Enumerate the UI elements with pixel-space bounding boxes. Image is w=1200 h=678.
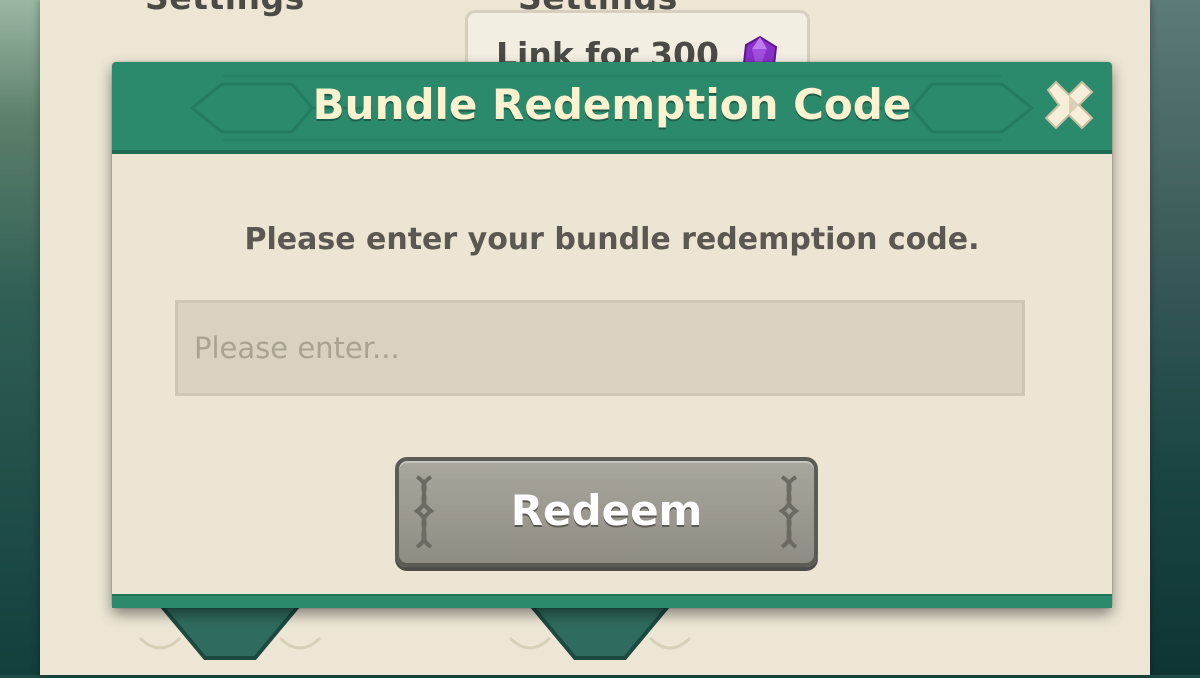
redeem-button[interactable]: Redeem <box>395 457 818 567</box>
redeem-button-label: Redeem <box>510 486 703 535</box>
redemption-code-input[interactable] <box>175 300 1025 396</box>
dialog-footer-band <box>112 594 1112 608</box>
settings-heading-left: Settings <box>145 0 305 17</box>
background-emblem-right <box>508 598 692 660</box>
knot-ornament-icon <box>778 475 800 549</box>
background-scenery-left <box>0 0 45 675</box>
background-scenery-right <box>1148 0 1200 675</box>
background-emblem-left <box>138 598 322 660</box>
bundle-redemption-dialog: Bundle Redemption Code Please enter your… <box>112 62 1112 608</box>
dialog-title: Bundle Redemption Code <box>312 80 912 129</box>
close-x-icon[interactable] <box>1040 76 1098 134</box>
redemption-prompt: Please enter your bundle redemption code… <box>244 222 980 257</box>
dialog-header: Bundle Redemption Code <box>112 62 1112 154</box>
